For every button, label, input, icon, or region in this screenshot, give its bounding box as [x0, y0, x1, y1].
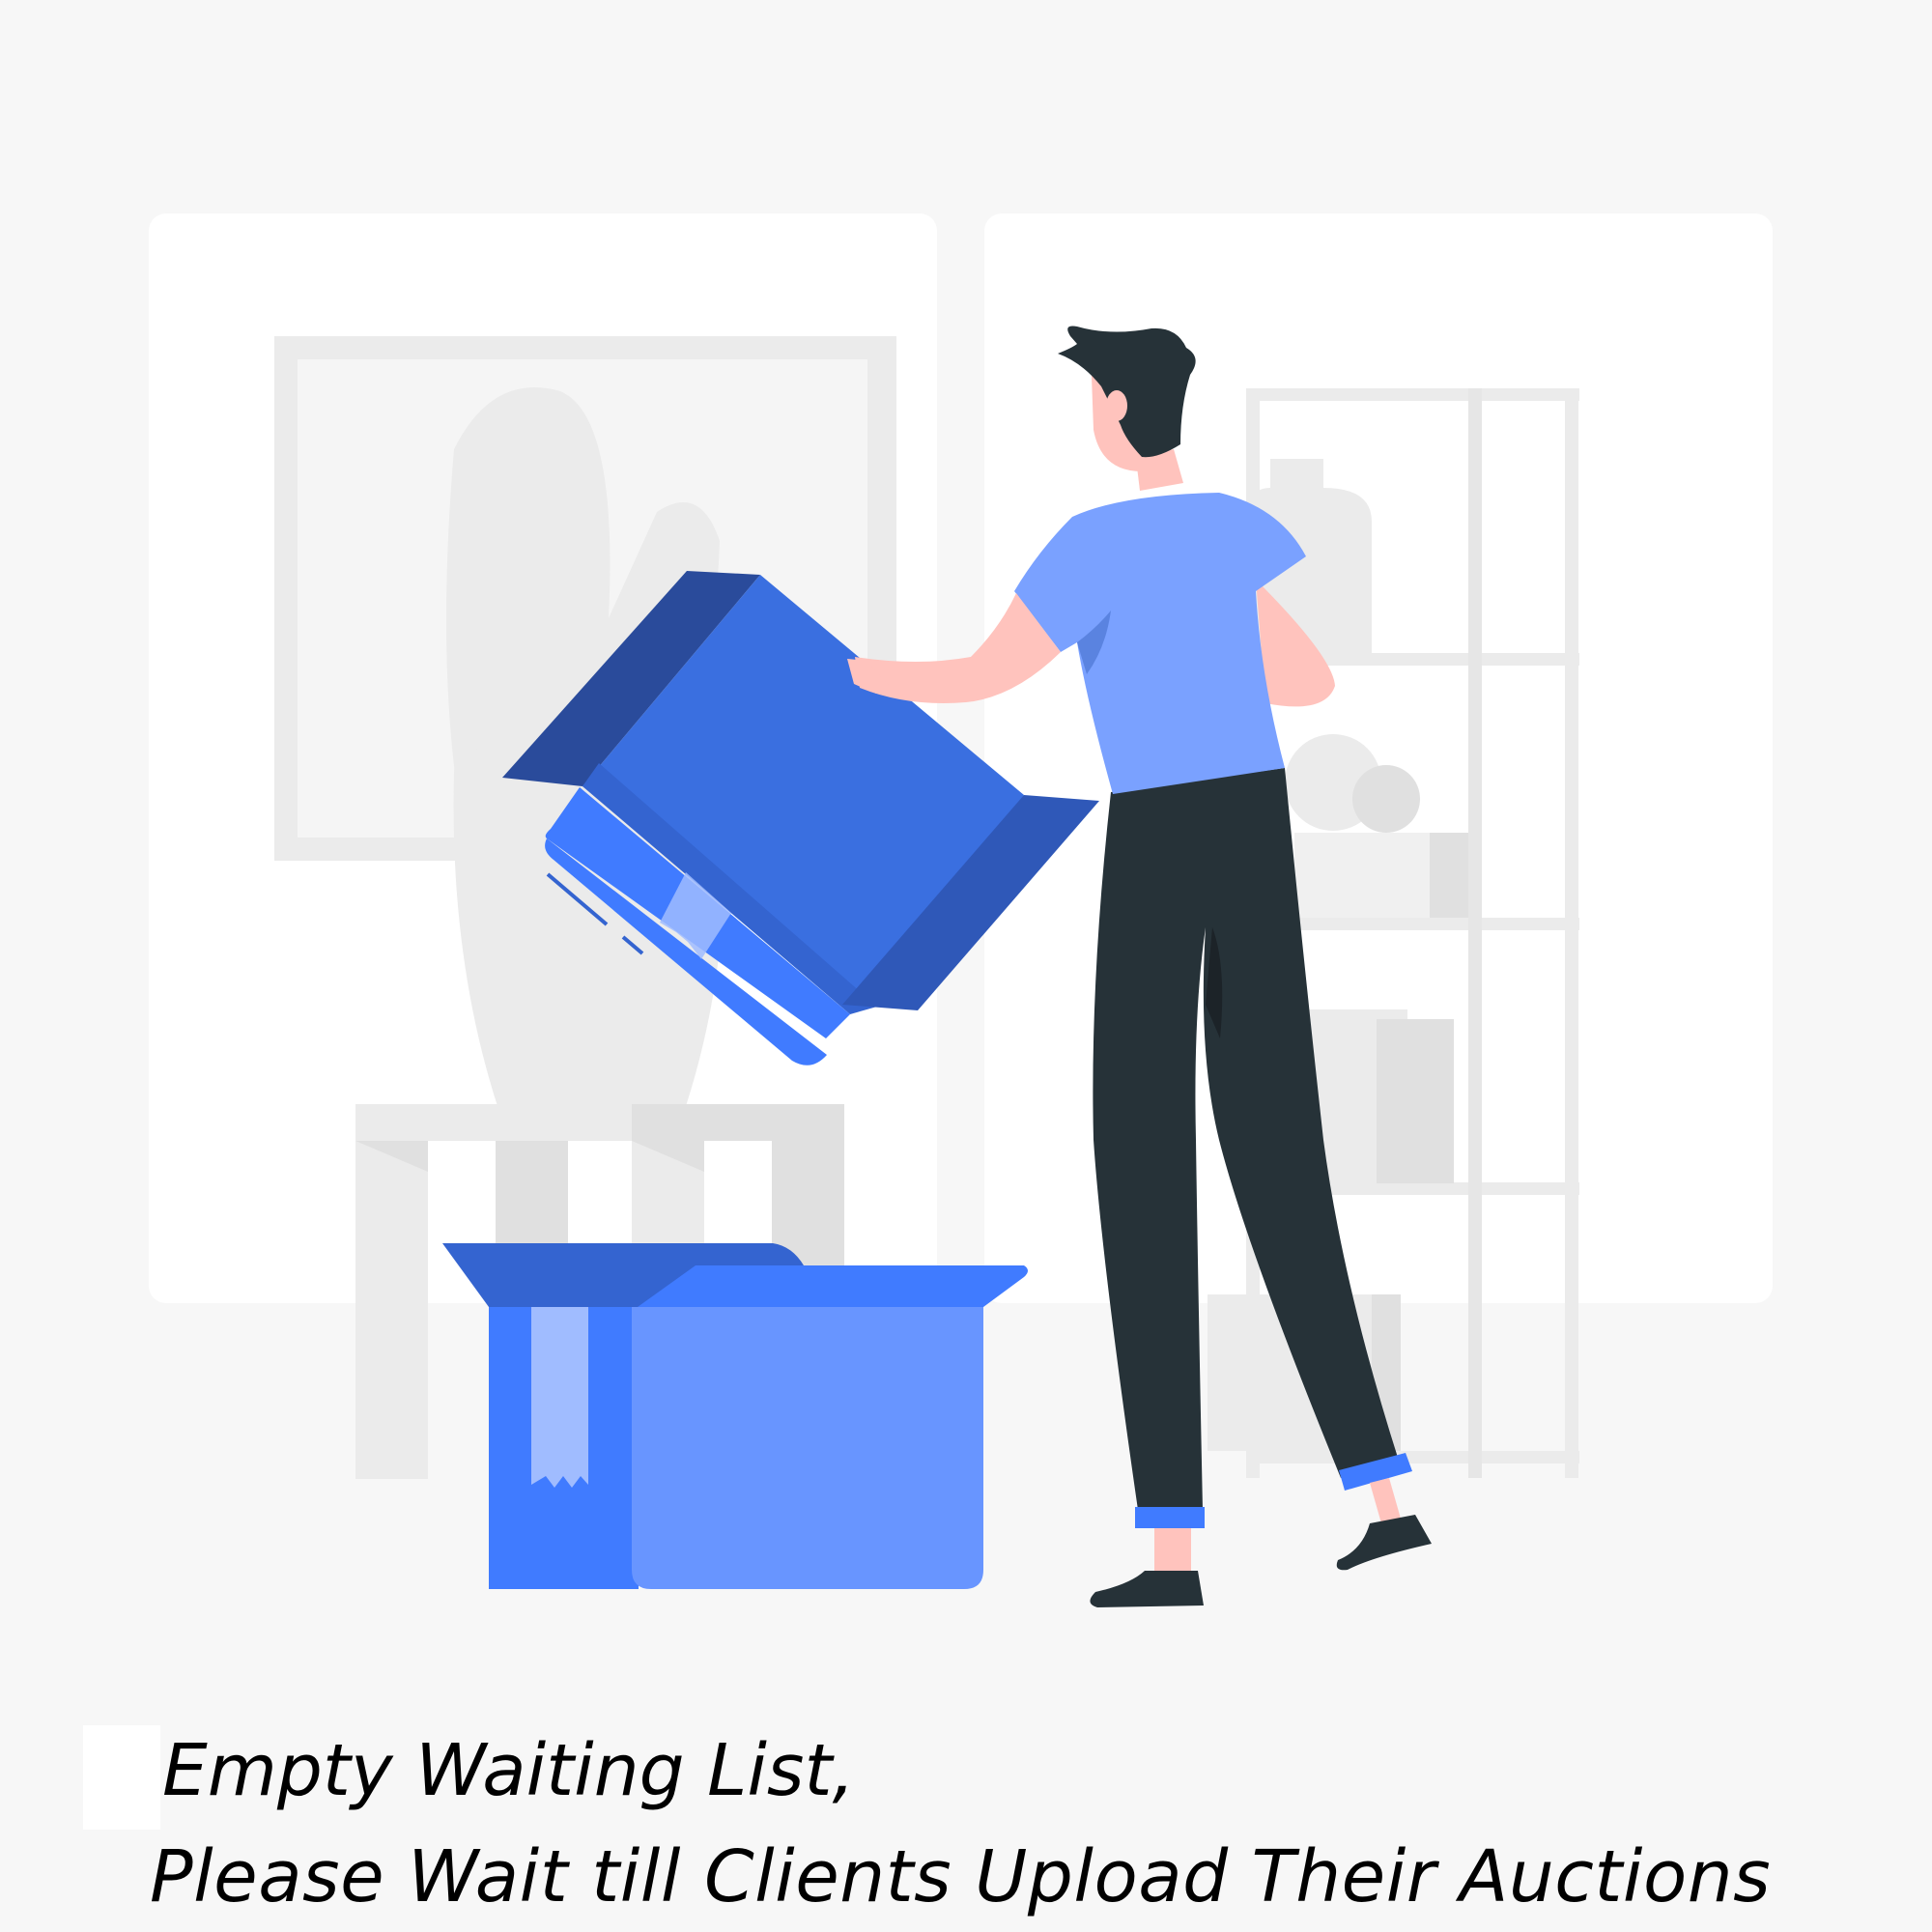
empty-state-title: Empty Waiting List,	[162, 1729, 856, 1812]
empty-state-message: Please Wait till Clients Upload Their Au…	[150, 1835, 1772, 1918]
empty-state-illustration	[0, 213, 1932, 1932]
open-box-floor	[442, 1243, 1028, 1589]
